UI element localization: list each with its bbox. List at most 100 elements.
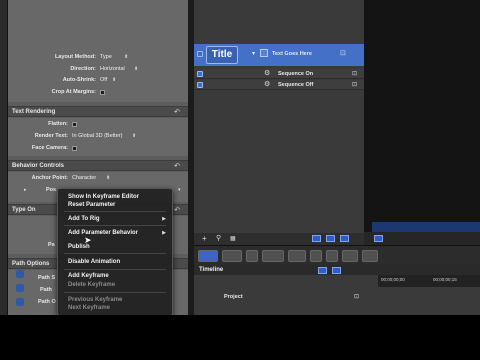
menu-item-show-in-keyframe-editor[interactable]: Show In Keyframe Editor xyxy=(68,194,139,200)
menu-item-delete-keyframe: Delete Keyframe xyxy=(68,282,116,288)
canvas-panel[interactable] xyxy=(364,0,480,245)
menu-item-add-to-rig[interactable]: Add To Rig xyxy=(68,216,100,222)
mouse-cursor-icon: ➤ xyxy=(84,235,92,245)
grid-icon[interactable]: ▦ xyxy=(230,235,236,242)
anchor-point-value[interactable]: Character xyxy=(72,175,96,181)
layer-row-title[interactable]: Title ▾ Text Goes Here ⊡ xyxy=(194,44,364,66)
menu-item-add-keyframe[interactable]: Add Keyframe xyxy=(68,273,109,279)
timeline-ruler[interactable]: 00;00;00;00 00;00;00;15 xyxy=(378,275,480,287)
chevron-icon[interactable]: ⬍ xyxy=(132,133,136,139)
main-toolbar xyxy=(194,245,480,265)
layers-toolbar: + ⚲ ▦ xyxy=(194,233,364,245)
type-on-title: Type On xyxy=(12,207,36,213)
left-edge-strip xyxy=(0,0,8,315)
gear-icon: ⚙ xyxy=(264,81,271,88)
menu-item-disable-animation[interactable]: Disable Animation xyxy=(68,259,120,265)
disclosure-triangle-icon[interactable]: ▾ xyxy=(252,50,255,57)
canvas-tool-icon[interactable] xyxy=(374,235,383,242)
text-rendering-title: Text Rendering xyxy=(12,109,56,115)
layer-name[interactable]: Sequence Off xyxy=(278,82,313,88)
add-behavior-button[interactable] xyxy=(342,250,358,262)
crop-at-margins-label: Crop At Margins: xyxy=(51,89,96,95)
reset-icon[interactable]: ↶ xyxy=(174,162,180,170)
timeline-title: Timeline xyxy=(199,267,224,273)
layout-method-value[interactable]: Type xyxy=(100,54,112,60)
auto-shrink-value[interactable]: Off xyxy=(100,77,107,83)
shape-tool-button[interactable] xyxy=(262,250,284,262)
layer-enable-checkbox[interactable] xyxy=(197,82,203,88)
behavior-controls-header[interactable]: Behavior Controls ↶ xyxy=(8,160,188,171)
canvas-progress-bar xyxy=(372,222,480,232)
layer-name[interactable]: Text Goes Here xyxy=(272,51,312,57)
layers-panel: Title ▾ Text Goes Here ⊡ ⚙ Sequence On ⊡… xyxy=(194,0,364,245)
title-layer-badge: Title xyxy=(206,46,238,64)
menu-item-add-parameter-behavior[interactable]: Add Parameter Behavior xyxy=(68,230,138,236)
reset-icon[interactable]: ↶ xyxy=(174,206,180,214)
app-window: Layout Method: Type ⬍ Direction: Horizon… xyxy=(0,0,480,360)
path-options-row-1: Path S xyxy=(38,275,56,281)
anchor-point-label: Anchor Point: xyxy=(31,175,68,181)
submenu-arrow-icon: ▶ xyxy=(162,230,166,236)
letterbox-bottom xyxy=(0,315,480,360)
menu-item-reset-parameter[interactable]: Reset Parameter xyxy=(68,202,115,208)
menu-separator xyxy=(64,292,166,293)
canvas-toolbar xyxy=(364,232,480,245)
menu-separator xyxy=(64,225,166,226)
flatten-label: Flatten: xyxy=(48,121,68,127)
layer-enable-checkbox[interactable] xyxy=(197,71,203,77)
chevron-icon[interactable]: ⬍ xyxy=(134,66,138,72)
layout-method-label: Layout Method: xyxy=(55,54,96,60)
reset-icon[interactable]: ↶ xyxy=(174,108,180,116)
layer-enable-checkbox[interactable] xyxy=(197,51,203,57)
menu-separator xyxy=(64,253,166,254)
path-options-title: Path Options xyxy=(12,261,50,267)
layer-row[interactable]: ⚙ Sequence On ⊡ xyxy=(194,69,364,79)
behavior-controls-title: Behavior Controls xyxy=(12,163,65,169)
transform-tool-button[interactable] xyxy=(222,250,242,262)
path-control-icon[interactable] xyxy=(16,298,24,306)
context-menu: Show In Keyframe Editor Reset Parameter … xyxy=(57,188,173,316)
layer-row[interactable]: ⚙ Sequence Off ⊡ xyxy=(194,80,364,90)
show-video-icon[interactable] xyxy=(318,267,327,274)
position-label-partial: Pos xyxy=(46,187,57,193)
text-layer-icon xyxy=(260,49,268,57)
lock-icon[interactable]: ⊡ xyxy=(352,70,357,77)
crop-at-margins-checkbox[interactable] xyxy=(100,90,105,95)
face-camera-checkbox[interactable] xyxy=(72,146,77,151)
text-rendering-header[interactable]: Text Rendering ↶ xyxy=(8,106,188,117)
chevron-icon[interactable]: ⬍ xyxy=(112,77,116,83)
layers-view-icon[interactable] xyxy=(312,235,321,242)
media-view-icon[interactable] xyxy=(326,235,335,242)
path-options-row-3: Path O xyxy=(38,299,56,305)
audio-view-icon[interactable] xyxy=(340,235,349,242)
menu-separator xyxy=(64,269,166,270)
chevron-icon[interactable]: ⬍ xyxy=(124,54,128,60)
render-text-value[interactable]: In Global 3D (Better) xyxy=(72,133,122,139)
mask-tool-button[interactable] xyxy=(326,250,338,262)
path-control-icon[interactable] xyxy=(16,270,24,278)
chevron-icon[interactable]: ⬍ xyxy=(106,175,110,181)
pen-tool-button[interactable] xyxy=(288,250,306,262)
select-tool-button[interactable] xyxy=(198,250,218,262)
path-control-icon[interactable] xyxy=(16,284,24,292)
chevron-down-icon[interactable]: ▾ xyxy=(178,187,181,193)
lock-icon[interactable]: ⊡ xyxy=(352,81,357,88)
disclosure-triangle-icon[interactable]: ▸ xyxy=(24,187,27,193)
lock-icon[interactable]: ⊡ xyxy=(340,49,346,57)
layer-name[interactable]: Sequence On xyxy=(278,71,313,77)
text-tool-button[interactable] xyxy=(310,250,322,262)
pan-tool-button[interactable] xyxy=(246,250,258,262)
timeline-header: Timeline xyxy=(194,265,480,275)
direction-value[interactable]: Horizontal xyxy=(100,66,125,72)
show-audio-icon[interactable] xyxy=(332,267,341,274)
add-icon[interactable]: + xyxy=(202,234,207,243)
menu-separator xyxy=(64,211,166,212)
flatten-checkbox[interactable] xyxy=(72,122,77,127)
project-label[interactable]: Project xyxy=(224,294,243,300)
search-icon[interactable]: ⚲ xyxy=(216,234,221,242)
gear-icon: ⚙ xyxy=(264,70,271,77)
menu-item-previous-keyframe: Previous Keyframe xyxy=(68,297,123,303)
add-filter-button[interactable] xyxy=(362,250,378,262)
lock-icon[interactable]: ⊡ xyxy=(354,293,359,300)
face-camera-label: Face Camera: xyxy=(31,145,68,151)
